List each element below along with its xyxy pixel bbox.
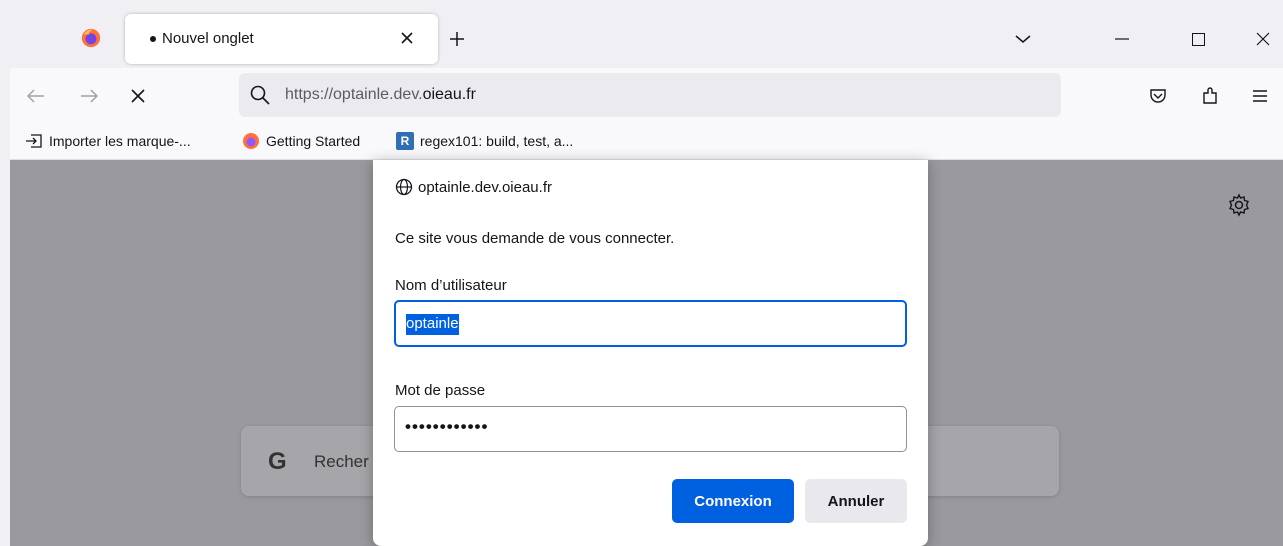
forward-arrow-icon[interactable]	[77, 84, 101, 108]
url-prefix: https://optainle.dev.	[285, 86, 423, 103]
extensions-icon[interactable]	[1198, 84, 1222, 108]
username-label: Nom d’utilisateur	[395, 277, 507, 294]
username-field[interactable]: optainle	[394, 300, 907, 347]
firefox-icon[interactable]	[80, 27, 102, 49]
tab-strip: Nouvel onglet	[10, 14, 1283, 68]
dialog-message: Ce site vous demande de vous connecter.	[395, 230, 675, 247]
tab-loading-dot	[150, 36, 156, 42]
tab-title: Nouvel onglet	[162, 30, 254, 47]
window-close-button[interactable]	[1243, 24, 1283, 54]
import-icon	[25, 132, 43, 150]
username-value: optainle	[406, 314, 459, 335]
minimize-button[interactable]	[1102, 24, 1142, 54]
tab-nouvel-onglet[interactable]: Nouvel onglet	[125, 14, 438, 64]
bookmark-label: Getting Started	[266, 133, 361, 149]
bookmark-label: Importer les marque-...	[49, 133, 191, 149]
pocket-icon[interactable]	[1146, 84, 1170, 108]
dialog-origin-text: optainle.dev.oieau.fr	[418, 178, 552, 196]
chevron-down-icon[interactable]	[1010, 26, 1036, 52]
cancel-button[interactable]: Annuler	[805, 479, 907, 523]
firefox-icon	[242, 132, 260, 150]
bookmark-label: regex101: build, test, a...	[420, 133, 574, 149]
bookmark-regex101[interactable]: R regex101: build, test, a...	[396, 132, 573, 150]
search-icon	[250, 85, 270, 105]
regex101-icon: R	[396, 132, 414, 150]
url-text: https://optainle.dev.oieau.fr	[285, 86, 476, 104]
auth-dialog: optainle.dev.oieau.fr Ce site vous deman…	[373, 160, 928, 546]
bookmarks-toolbar: Importer les marque-... Getting Started …	[10, 124, 1283, 160]
bookmark-getting-started[interactable]: Getting Started	[242, 132, 360, 150]
navigation-toolbar: https://optainle.dev.oieau.fr	[10, 68, 1283, 124]
password-value: ••••••••••••	[405, 417, 489, 436]
password-label: Mot de passe	[395, 382, 486, 399]
new-tab-button[interactable]	[444, 26, 470, 52]
search-placeholder: Recher	[314, 452, 369, 471]
globe-icon	[395, 178, 413, 196]
gear-icon[interactable]	[1227, 193, 1251, 217]
url-bar[interactable]: https://optainle.dev.oieau.fr	[239, 73, 1061, 117]
back-arrow-icon[interactable]	[24, 84, 48, 108]
login-button[interactable]: Connexion	[672, 479, 794, 523]
maximize-button[interactable]	[1178, 24, 1218, 54]
url-domain: oieau.fr	[422, 86, 476, 103]
google-icon: G	[268, 448, 287, 475]
dialog-origin: optainle.dev.oieau.fr	[395, 178, 552, 196]
bookmark-import[interactable]: Importer les marque-...	[25, 132, 191, 150]
close-icon[interactable]	[395, 26, 419, 50]
password-field[interactable]: ••••••••••••	[394, 406, 907, 452]
menu-icon[interactable]	[1248, 84, 1272, 108]
stop-loading-icon[interactable]	[126, 84, 150, 108]
